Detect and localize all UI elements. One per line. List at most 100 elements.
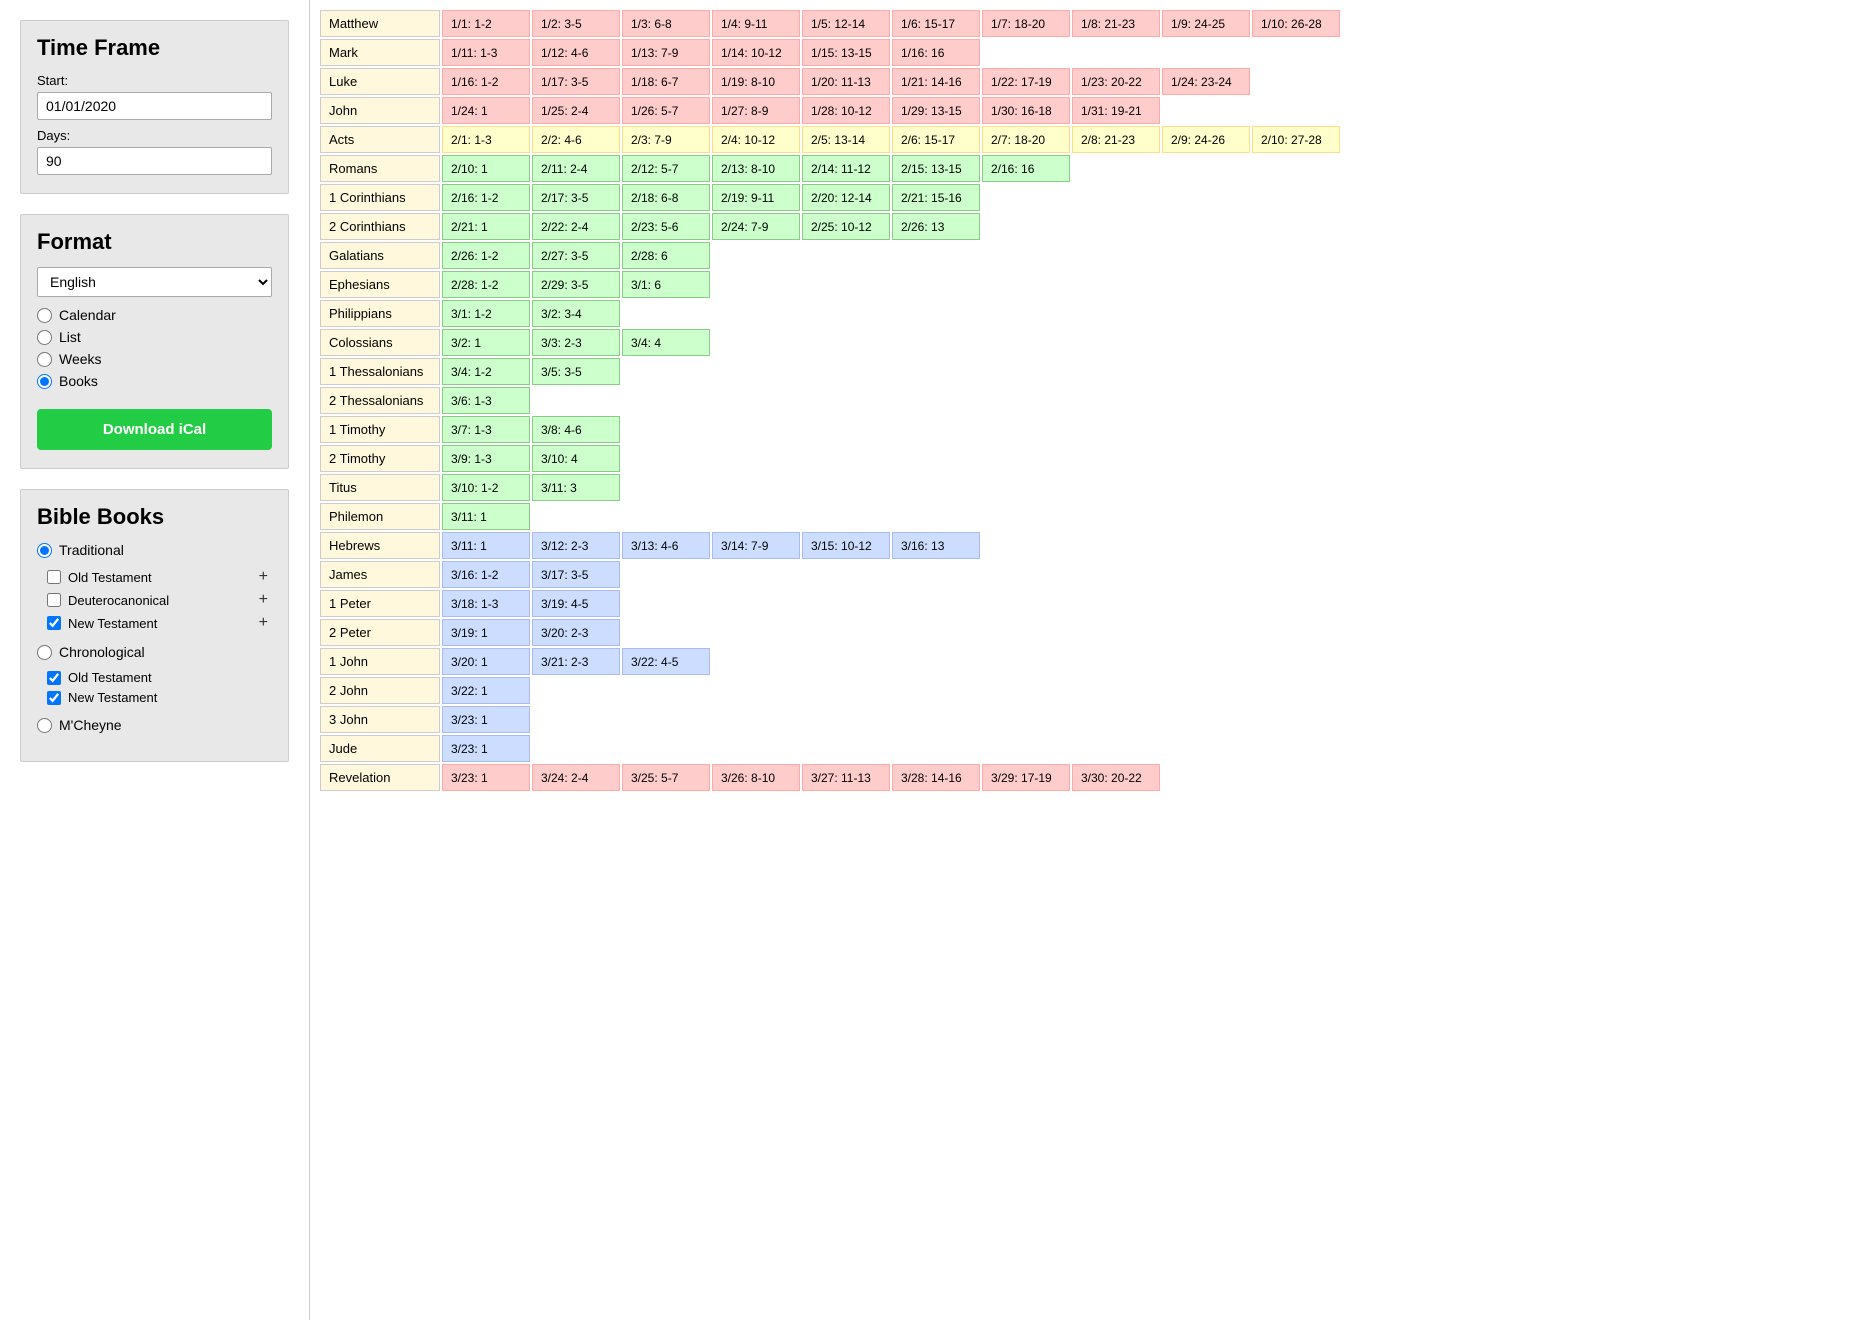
reading-cell[interactable]: 2/21: 1 [442,213,530,240]
reading-cell[interactable]: 1/13: 7-9 [622,39,710,66]
reading-cell[interactable]: 3/20: 2-3 [532,619,620,646]
reading-cell[interactable]: 1/11: 1-3 [442,39,530,66]
reading-cell[interactable]: 3/5: 3-5 [532,358,620,385]
reading-cell[interactable]: 1/19: 8-10 [712,68,800,95]
reading-cell[interactable]: 1/12: 4-6 [532,39,620,66]
traditional-radio[interactable]: Traditional [37,542,272,558]
reading-cell[interactable]: 3/4: 1-2 [442,358,530,385]
reading-cell[interactable]: 2/17: 3-5 [532,184,620,211]
reading-cell[interactable]: 2/21: 15-16 [892,184,980,211]
reading-cell[interactable]: 1/16: 16 [892,39,980,66]
reading-cell[interactable]: 3/4: 4 [622,329,710,356]
reading-cell[interactable]: 2/26: 1-2 [442,242,530,269]
reading-cell[interactable]: 2/15: 13-15 [892,155,980,182]
reading-cell[interactable]: 1/10: 26-28 [1252,10,1340,37]
reading-cell[interactable]: 2/7: 18-20 [982,126,1070,153]
reading-cell[interactable]: 2/27: 3-5 [532,242,620,269]
reading-cell[interactable]: 2/26: 13 [892,213,980,240]
reading-cell[interactable]: 2/18: 6-8 [622,184,710,211]
reading-cell[interactable]: 3/23: 1 [442,706,530,733]
reading-cell[interactable]: 3/22: 4-5 [622,648,710,675]
mcheyne-radio[interactable]: M'Cheyne [37,717,272,733]
reading-cell[interactable]: 3/24: 2-4 [532,764,620,791]
reading-cell[interactable]: 3/23: 1 [442,764,530,791]
reading-cell[interactable]: 3/11: 3 [532,474,620,501]
reading-cell[interactable]: 3/15: 10-12 [802,532,890,559]
reading-cell[interactable]: 1/22: 17-19 [982,68,1070,95]
reading-cell[interactable]: 1/9: 24-25 [1162,10,1250,37]
reading-cell[interactable]: 2/11: 2-4 [532,155,620,182]
reading-cell[interactable]: 2/12: 5-7 [622,155,710,182]
reading-cell[interactable]: 3/20: 1 [442,648,530,675]
language-select[interactable]: English Spanish French German [37,267,272,297]
reading-cell[interactable]: 3/28: 14-16 [892,764,980,791]
reading-cell[interactable]: 3/27: 11-13 [802,764,890,791]
chrono-ot-checkbox[interactable] [47,671,61,685]
trad-ot-plus[interactable]: + [255,568,272,586]
reading-cell[interactable]: 2/8: 21-23 [1072,126,1160,153]
reading-cell[interactable]: 3/22: 1 [442,677,530,704]
format-list[interactable]: List [37,329,272,345]
reading-cell[interactable]: 3/25: 5-7 [622,764,710,791]
reading-cell[interactable]: 3/30: 20-22 [1072,764,1160,791]
reading-cell[interactable]: 1/3: 6-8 [622,10,710,37]
reading-cell[interactable]: 1/16: 1-2 [442,68,530,95]
reading-cell[interactable]: 2/25: 10-12 [802,213,890,240]
reading-cell[interactable]: 2/16: 16 [982,155,1070,182]
reading-cell[interactable]: 3/14: 7-9 [712,532,800,559]
reading-cell[interactable]: 3/2: 3-4 [532,300,620,327]
reading-cell[interactable]: 3/12: 2-3 [532,532,620,559]
reading-cell[interactable]: 3/11: 1 [442,532,530,559]
reading-cell[interactable]: 1/27: 8-9 [712,97,800,124]
reading-cell[interactable]: 2/23: 5-6 [622,213,710,240]
trad-deut-checkbox[interactable] [47,593,61,607]
reading-cell[interactable]: 3/9: 1-3 [442,445,530,472]
reading-cell[interactable]: 2/28: 6 [622,242,710,269]
reading-cell[interactable]: 1/8: 21-23 [1072,10,1160,37]
reading-cell[interactable]: 3/17: 3-5 [532,561,620,588]
reading-cell[interactable]: 1/28: 10-12 [802,97,890,124]
chrono-radio[interactable]: Chronological [37,644,272,660]
reading-cell[interactable]: 3/2: 1 [442,329,530,356]
reading-cell[interactable]: 3/13: 4-6 [622,532,710,559]
trad-ot-checkbox[interactable] [47,570,61,584]
reading-cell[interactable]: 1/1: 1-2 [442,10,530,37]
days-input[interactable] [37,147,272,175]
reading-cell[interactable]: 1/24: 1 [442,97,530,124]
reading-cell[interactable]: 3/19: 1 [442,619,530,646]
reading-cell[interactable]: 2/13: 8-10 [712,155,800,182]
reading-cell[interactable]: 2/4: 10-12 [712,126,800,153]
reading-cell[interactable]: 3/16: 1-2 [442,561,530,588]
reading-cell[interactable]: 3/8: 4-6 [532,416,620,443]
reading-cell[interactable]: 1/6: 15-17 [892,10,980,37]
reading-cell[interactable]: 3/10: 1-2 [442,474,530,501]
reading-cell[interactable]: 2/16: 1-2 [442,184,530,211]
reading-cell[interactable]: 2/2: 4-6 [532,126,620,153]
reading-cell[interactable]: 3/26: 8-10 [712,764,800,791]
reading-cell[interactable]: 1/23: 20-22 [1072,68,1160,95]
reading-cell[interactable]: 2/6: 15-17 [892,126,980,153]
reading-cell[interactable]: 3/23: 1 [442,735,530,762]
reading-cell[interactable]: 1/18: 6-7 [622,68,710,95]
trad-deut-plus[interactable]: + [255,591,272,609]
trad-nt-plus[interactable]: + [255,614,272,632]
reading-cell[interactable]: 2/5: 13-14 [802,126,890,153]
reading-cell[interactable]: 2/29: 3-5 [532,271,620,298]
reading-cell[interactable]: 2/1: 1-3 [442,126,530,153]
reading-cell[interactable]: 2/19: 9-11 [712,184,800,211]
reading-cell[interactable]: 1/14: 10-12 [712,39,800,66]
reading-cell[interactable]: 1/25: 2-4 [532,97,620,124]
start-input[interactable] [37,92,272,120]
reading-cell[interactable]: 2/14: 11-12 [802,155,890,182]
reading-cell[interactable]: 1/15: 13-15 [802,39,890,66]
reading-cell[interactable]: 2/28: 1-2 [442,271,530,298]
reading-cell[interactable]: 3/19: 4-5 [532,590,620,617]
reading-cell[interactable]: 3/10: 4 [532,445,620,472]
trad-nt-checkbox[interactable] [47,616,61,630]
reading-cell[interactable]: 3/11: 1 [442,503,530,530]
reading-cell[interactable]: 1/30: 16-18 [982,97,1070,124]
reading-cell[interactable]: 2/24: 7-9 [712,213,800,240]
reading-cell[interactable]: 3/21: 2-3 [532,648,620,675]
reading-cell[interactable]: 2/20: 12-14 [802,184,890,211]
format-calendar[interactable]: Calendar [37,307,272,323]
